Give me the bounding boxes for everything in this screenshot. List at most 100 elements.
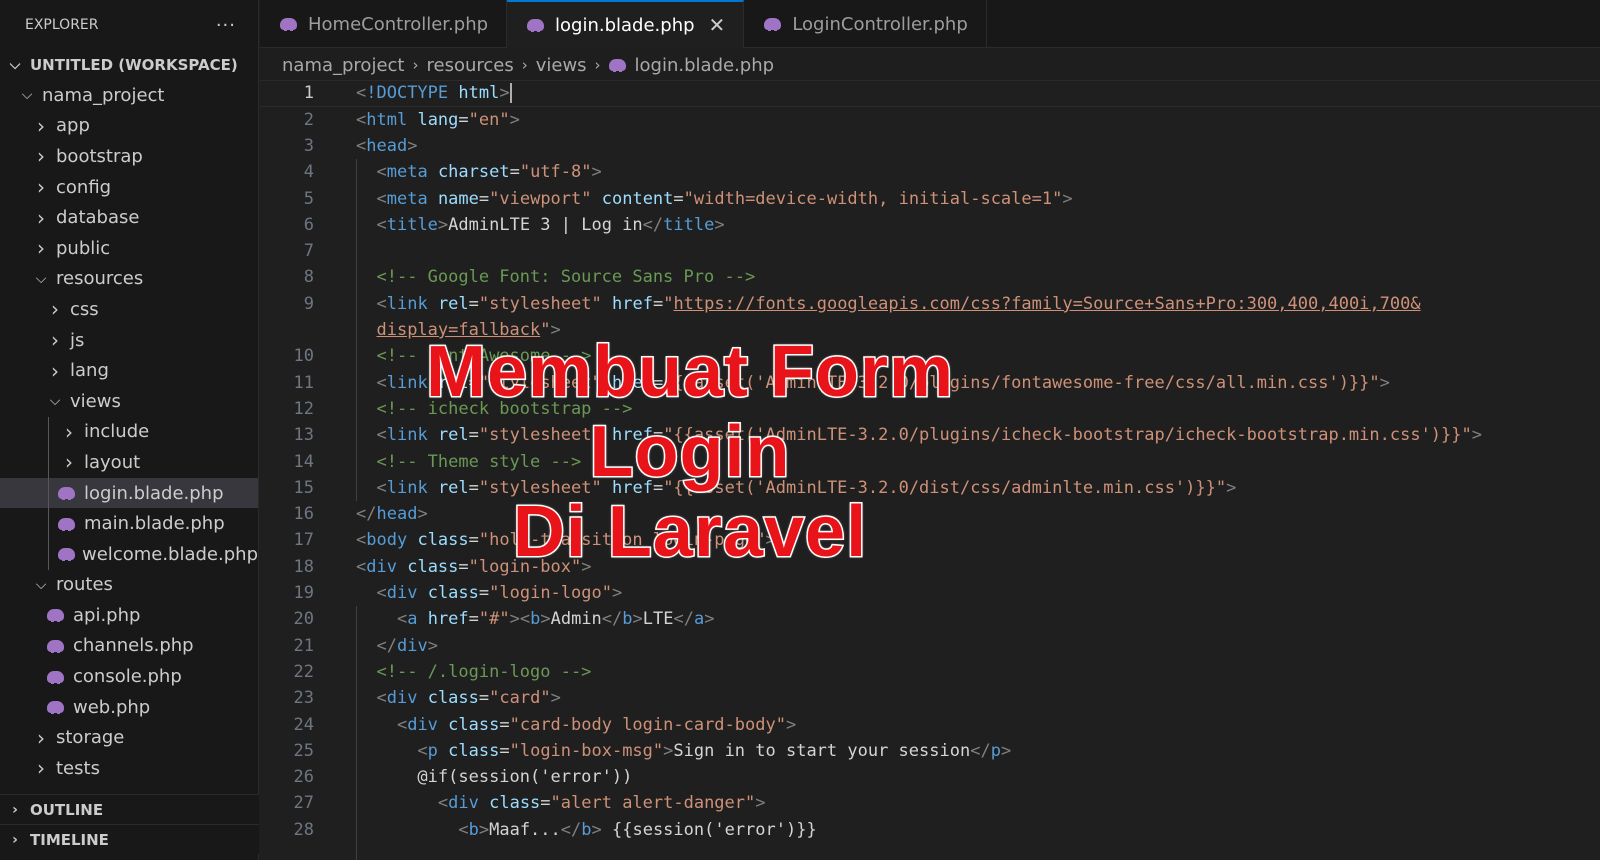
php-file-icon: [764, 17, 782, 31]
chevron-right-icon: ›: [37, 113, 45, 138]
line-number: 24: [293, 714, 314, 735]
tree-folder[interactable]: › layout: [0, 447, 258, 478]
tree-file[interactable]: api.php: [0, 600, 258, 631]
chevron-right-icon: ›: [51, 358, 59, 383]
code-text: <b>Maaf...</b> {{session('error')}}: [458, 819, 817, 840]
tree-file[interactable]: web.php: [0, 692, 258, 723]
indent-guide: [356, 606, 357, 860]
close-icon[interactable]: ✕: [709, 13, 726, 37]
tree-item-label: include: [84, 421, 150, 443]
breadcrumb-item[interactable]: resources: [426, 55, 513, 76]
tree-file[interactable]: main.blade.php: [0, 508, 258, 539]
code-text: <head>: [356, 135, 418, 156]
chevron-down-icon: ⌵: [21, 87, 33, 104]
php-file-icon: [58, 517, 76, 531]
tree-folder[interactable]: › tests: [0, 753, 258, 784]
line-number: 10: [293, 346, 314, 367]
code-line: 19 <div class="login-logo">: [260, 580, 1600, 607]
tree-folder[interactable]: › storage: [0, 722, 258, 753]
timeline-section[interactable]: › TIMELINE: [0, 824, 259, 854]
tree-folder[interactable]: ⌵ nama_project: [0, 80, 258, 111]
code-text: <!DOCTYPE html>: [356, 83, 512, 104]
overlay-title: Membuat Form Login Di Laravel: [330, 331, 1050, 574]
tree-file[interactable]: login.blade.php: [0, 477, 258, 509]
tab-logincontroller[interactable]: LoginController.php: [744, 0, 987, 48]
outline-section[interactable]: › OUTLINE: [0, 794, 259, 824]
tree-folder[interactable]: › database: [0, 202, 258, 233]
chevron-down-icon: ⌵: [35, 576, 47, 593]
line-number: 4: [303, 162, 314, 183]
breadcrumb: nama_project › resources › views › login…: [282, 50, 774, 80]
tree-folder[interactable]: › public: [0, 233, 258, 264]
overlay-title-line-2: Di Laravel: [511, 491, 868, 574]
tree-folder[interactable]: › include: [0, 416, 258, 448]
tree-folder[interactable]: ⌵ routes: [0, 570, 258, 601]
chevron-right-icon: ›: [37, 144, 45, 169]
code-line: 28 <b>Maaf...</b> {{session('error')}}: [260, 816, 1600, 843]
code-text: <html lang="en">: [356, 109, 520, 130]
code-text: <a href="#"><b>Admin</b>LTE</a>: [396, 609, 715, 630]
indent-guide: [48, 508, 49, 539]
line-number: 3: [303, 135, 314, 156]
tree-item-label: public: [56, 237, 111, 259]
line-number: 18: [293, 556, 314, 577]
php-file-icon: [47, 608, 65, 623]
line-number: 21: [293, 635, 314, 656]
chevron-right-icon: ›: [12, 801, 18, 818]
chevron-right-icon: ›: [37, 725, 45, 750]
code-line: 3 <head>: [260, 133, 1600, 160]
tree-folder[interactable]: › lang: [0, 355, 258, 386]
tree-folder[interactable]: ⌵ views: [0, 386, 258, 417]
code-line: 25 <p class="login-box-msg">Sign in to s…: [260, 738, 1600, 765]
tree-item-label: tests: [56, 757, 100, 779]
line-number: 9: [303, 293, 314, 314]
tree-item-label: views: [70, 390, 121, 412]
code-line: 7: [260, 238, 1600, 265]
workspace-label: UNTITLED (WORKSPACE): [30, 56, 238, 74]
line-number: 11: [293, 372, 314, 393]
tab-label: login.blade.php: [555, 14, 695, 36]
chevron-right-icon: ›: [51, 328, 59, 353]
chevron-right-icon: ›: [51, 297, 59, 322]
tree-item-label: welcome.blade.php: [82, 543, 258, 565]
tree-file[interactable]: channels.php: [0, 631, 258, 662]
tree-folder[interactable]: ⌵ resources: [0, 264, 258, 295]
tree-item-label: app: [56, 115, 90, 137]
code-line: 24 <div class="card-body login-card-body…: [260, 711, 1600, 738]
php-file-icon: [527, 18, 545, 32]
php-file-icon: [608, 58, 627, 72]
tree-item-label: database: [56, 207, 140, 229]
chevron-down-icon: ⌵: [35, 270, 47, 287]
outline-label: OUTLINE: [30, 800, 104, 819]
breadcrumb-item[interactable]: nama_project: [282, 55, 404, 76]
line-number: 15: [293, 477, 314, 498]
chevron-right-icon: ›: [65, 450, 73, 475]
code-line: 22 <!-- /.login-logo -->: [260, 659, 1600, 686]
code-line: 6 <title>AdminLTE 3 | Log in</title>: [260, 212, 1600, 239]
tree-folder[interactable]: › bootstrap: [0, 141, 258, 172]
tree-folder[interactable]: › css: [0, 294, 258, 325]
tree-file[interactable]: welcome.blade.php: [0, 538, 258, 570]
tree-item-label: nama_project: [42, 84, 165, 106]
tree-folder[interactable]: › config: [0, 172, 258, 203]
code-text: <div class="card-body login-card-body">: [396, 714, 797, 735]
line-number: 13: [293, 425, 314, 446]
tree-item-label: console.php: [73, 666, 182, 688]
tree-file[interactable]: console.php: [0, 661, 258, 692]
line-number: 19: [293, 583, 314, 604]
line-number: 22: [293, 661, 314, 682]
indent-guide: [48, 538, 49, 570]
more-actions-icon[interactable]: ···: [216, 15, 236, 36]
tab-login-blade[interactable]: login.blade.php ✕: [507, 0, 745, 48]
workspace-header[interactable]: ⌵ UNTITLED (WORKSPACE): [0, 50, 258, 80]
code-line: 2 <html lang="en">: [260, 106, 1600, 133]
chevron-right-icon: ›: [37, 205, 45, 230]
explorer-header: EXPLORER ···: [0, 0, 258, 50]
breadcrumb-item[interactable]: views: [536, 55, 587, 76]
line-number: 2: [303, 109, 314, 130]
breadcrumb-item[interactable]: login.blade.php: [635, 55, 775, 76]
tab-homecontroller[interactable]: HomeController.php: [260, 0, 508, 48]
code-line: 20 <a href="#"><b>Admin</b>LTE</a>: [260, 606, 1600, 633]
tree-folder[interactable]: › js: [0, 325, 258, 356]
tree-folder[interactable]: › app: [0, 111, 258, 142]
